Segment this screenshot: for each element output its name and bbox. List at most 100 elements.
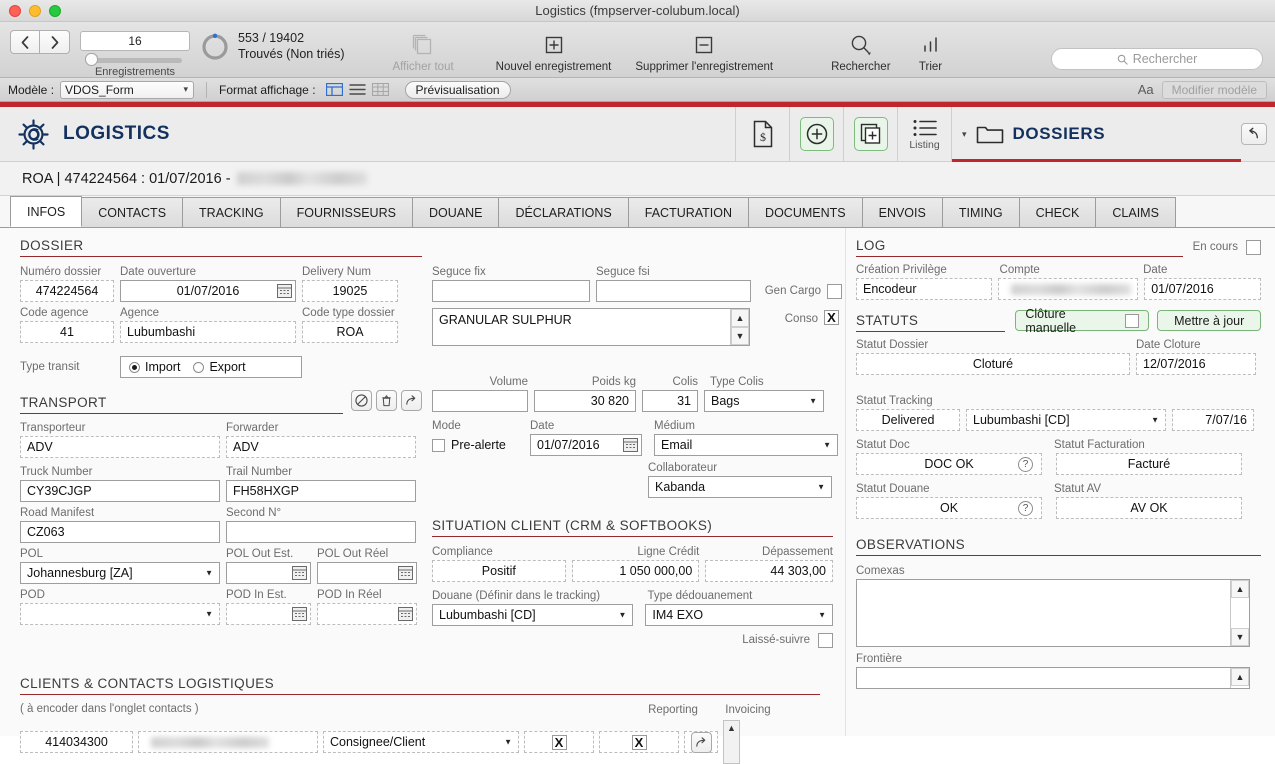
close-window-button[interactable] (9, 5, 21, 17)
record-number-input[interactable]: 16 (80, 31, 190, 51)
reporting-cell[interactable]: X (524, 731, 594, 753)
cloture-manuelle-checkbox[interactable] (1125, 314, 1139, 328)
calendar-icon[interactable] (398, 607, 413, 621)
ligne-credit-field[interactable]: 1 050 000,00 (572, 560, 700, 582)
agence-field[interactable]: Lubumbashi (120, 321, 296, 343)
truck-number-field[interactable]: CY39CJGP (20, 480, 220, 502)
delete-record-button[interactable]: Supprimer l'enregistrement (627, 26, 781, 73)
tab-check[interactable]: CHECK (1019, 197, 1097, 227)
import-radio-option[interactable]: Import (129, 360, 180, 374)
chevron-down-icon[interactable]: ▾ (962, 129, 967, 140)
goto-client-cell[interactable] (684, 731, 718, 753)
invoice-button[interactable]: $ (735, 107, 789, 161)
code-type-dossier-field[interactable]: ROA (302, 321, 398, 343)
prealerte-date-field[interactable]: 01/07/2016 (530, 434, 642, 456)
statut-tracking-field[interactable]: Delivered (856, 409, 960, 431)
add-record-button[interactable] (789, 107, 843, 161)
calendar-icon[interactable] (623, 438, 638, 452)
duplicate-record-button[interactable] (843, 107, 897, 161)
compliance-field[interactable]: Positif (432, 560, 566, 582)
collaborateur-dropdown[interactable]: Kabanda ▼ (648, 476, 832, 498)
pod-in-est-field[interactable] (226, 603, 311, 625)
seguce-fsi-field[interactable] (596, 280, 751, 302)
gen-cargo-checkbox[interactable] (827, 284, 842, 299)
calendar-icon[interactable] (292, 566, 307, 580)
scroll-up-icon[interactable]: ▲ (731, 309, 749, 327)
cargo-description-field[interactable]: GRANULAR SULPHUR ▲ ▼ (432, 308, 750, 346)
second-number-field[interactable] (226, 521, 416, 543)
tab-claims[interactable]: CLAIMS (1095, 197, 1176, 227)
cargo-description-scrollbar[interactable]: ▲ ▼ (730, 309, 749, 345)
type-colis-dropdown[interactable]: Bags ▼ (704, 390, 824, 412)
previous-record-button[interactable] (10, 30, 40, 54)
date-ouverture-field[interactable]: 01/07/2016 (120, 280, 296, 302)
import-radio[interactable] (129, 362, 140, 373)
view-mode-group[interactable] (326, 83, 389, 96)
back-button[interactable] (1241, 123, 1267, 145)
statut-dossier-field[interactable]: Cloturé (856, 353, 1130, 375)
find-button[interactable]: Rechercher (823, 26, 898, 73)
tab-tracking[interactable]: TRACKING (182, 197, 281, 227)
cloture-manuelle-button[interactable]: Clôture manuelle (1015, 310, 1149, 331)
text-size-icon[interactable]: Aa (1138, 82, 1154, 97)
statut-av-field[interactable]: AV OK (1056, 497, 1242, 519)
show-all-button[interactable]: Afficher tout (385, 26, 462, 73)
help-icon[interactable]: ? (1018, 501, 1033, 516)
frontiere-field[interactable]: ▲ (856, 667, 1250, 689)
statut-facturation-field[interactable]: Facturé (1056, 453, 1242, 475)
list-view-icon[interactable] (349, 83, 366, 96)
invoicing-checkbox[interactable]: X (632, 735, 647, 750)
scroll-down-icon[interactable]: ▼ (1231, 628, 1249, 646)
maximize-window-button[interactable] (49, 5, 61, 17)
statut-tracking-place-dropdown[interactable]: Lubumbashi [CD] ▼ (966, 409, 1166, 431)
search-input[interactable]: Rechercher (1051, 48, 1263, 70)
goto-transport-button[interactable] (401, 390, 422, 411)
log-date-field[interactable]: 01/07/2016 (1144, 278, 1261, 300)
next-record-button[interactable] (40, 30, 70, 54)
client-code-field[interactable]: 414034300 (20, 731, 133, 753)
pod-dropdown[interactable]: ▼ (20, 603, 220, 625)
douane-dropdown[interactable]: Lubumbashi [CD] ▼ (432, 604, 633, 626)
table-view-icon[interactable] (372, 83, 389, 96)
window-controls[interactable] (0, 5, 61, 17)
scroll-up-icon[interactable]: ▲ (727, 723, 736, 733)
scroll-up-icon[interactable]: ▲ (1231, 580, 1249, 598)
compte-field[interactable] (998, 278, 1138, 300)
colis-field[interactable]: 31 (642, 390, 698, 412)
pol-out-est-field[interactable] (226, 562, 311, 584)
tab-fournisseurs[interactable]: FOURNISSEURS (280, 197, 413, 227)
client-name-field[interactable] (138, 731, 318, 753)
sort-button[interactable]: Trier (901, 26, 961, 73)
road-manifest-field[interactable]: CZ063 (20, 521, 220, 543)
statut-doc-field[interactable]: DOC OK ? (856, 453, 1042, 475)
creation-privilege-field[interactable]: Encodeur (856, 278, 992, 300)
comexas-scrollbar[interactable]: ▲ ▼ (1230, 580, 1249, 646)
transport-action-buttons[interactable] (351, 390, 422, 414)
export-radio[interactable] (193, 362, 204, 373)
frontiere-scrollbar[interactable]: ▲ (1230, 668, 1249, 688)
pol-dropdown[interactable]: Johannesburg [ZA] ▼ (20, 562, 220, 584)
mettre-a-jour-button[interactable]: Mettre à jour (1157, 310, 1261, 331)
pre-alerte-checkbox[interactable] (432, 439, 445, 452)
tab-timing[interactable]: TIMING (942, 197, 1020, 227)
pod-in-reel-field[interactable] (317, 603, 417, 625)
comexas-field[interactable]: ▲ ▼ (856, 579, 1250, 647)
new-record-button[interactable]: Nouvel enregistrement (488, 26, 620, 73)
record-nav-buttons[interactable] (10, 30, 70, 54)
cancel-transport-button[interactable] (351, 390, 372, 411)
medium-dropdown[interactable]: Email ▼ (654, 434, 838, 456)
type-transit-radiogroup[interactable]: Import Export (120, 356, 302, 378)
tab-envois[interactable]: ENVOIS (862, 197, 943, 227)
numero-dossier-field[interactable]: 474224564 (20, 280, 114, 302)
trail-number-field[interactable]: FH58HXGP (226, 480, 416, 502)
laisse-suivre-checkbox[interactable] (818, 633, 833, 648)
date-cloture-field[interactable]: 12/07/2016 (1136, 353, 1256, 375)
pol-out-reel-field[interactable] (317, 562, 417, 584)
table-row[interactable]: 414034300 Consignee/Client ▼ X X ▲ (20, 720, 840, 764)
client-role-dropdown[interactable]: Consignee/Client ▼ (323, 731, 519, 753)
listing-button[interactable]: Listing (897, 107, 951, 161)
module-selector[interactable]: ▾ DOSSIERS (951, 107, 1241, 161)
delivery-num-field[interactable]: 19025 (302, 280, 398, 302)
transporteur-field[interactable]: ADV (20, 436, 220, 458)
tab-facturation[interactable]: FACTURATION (628, 197, 749, 227)
